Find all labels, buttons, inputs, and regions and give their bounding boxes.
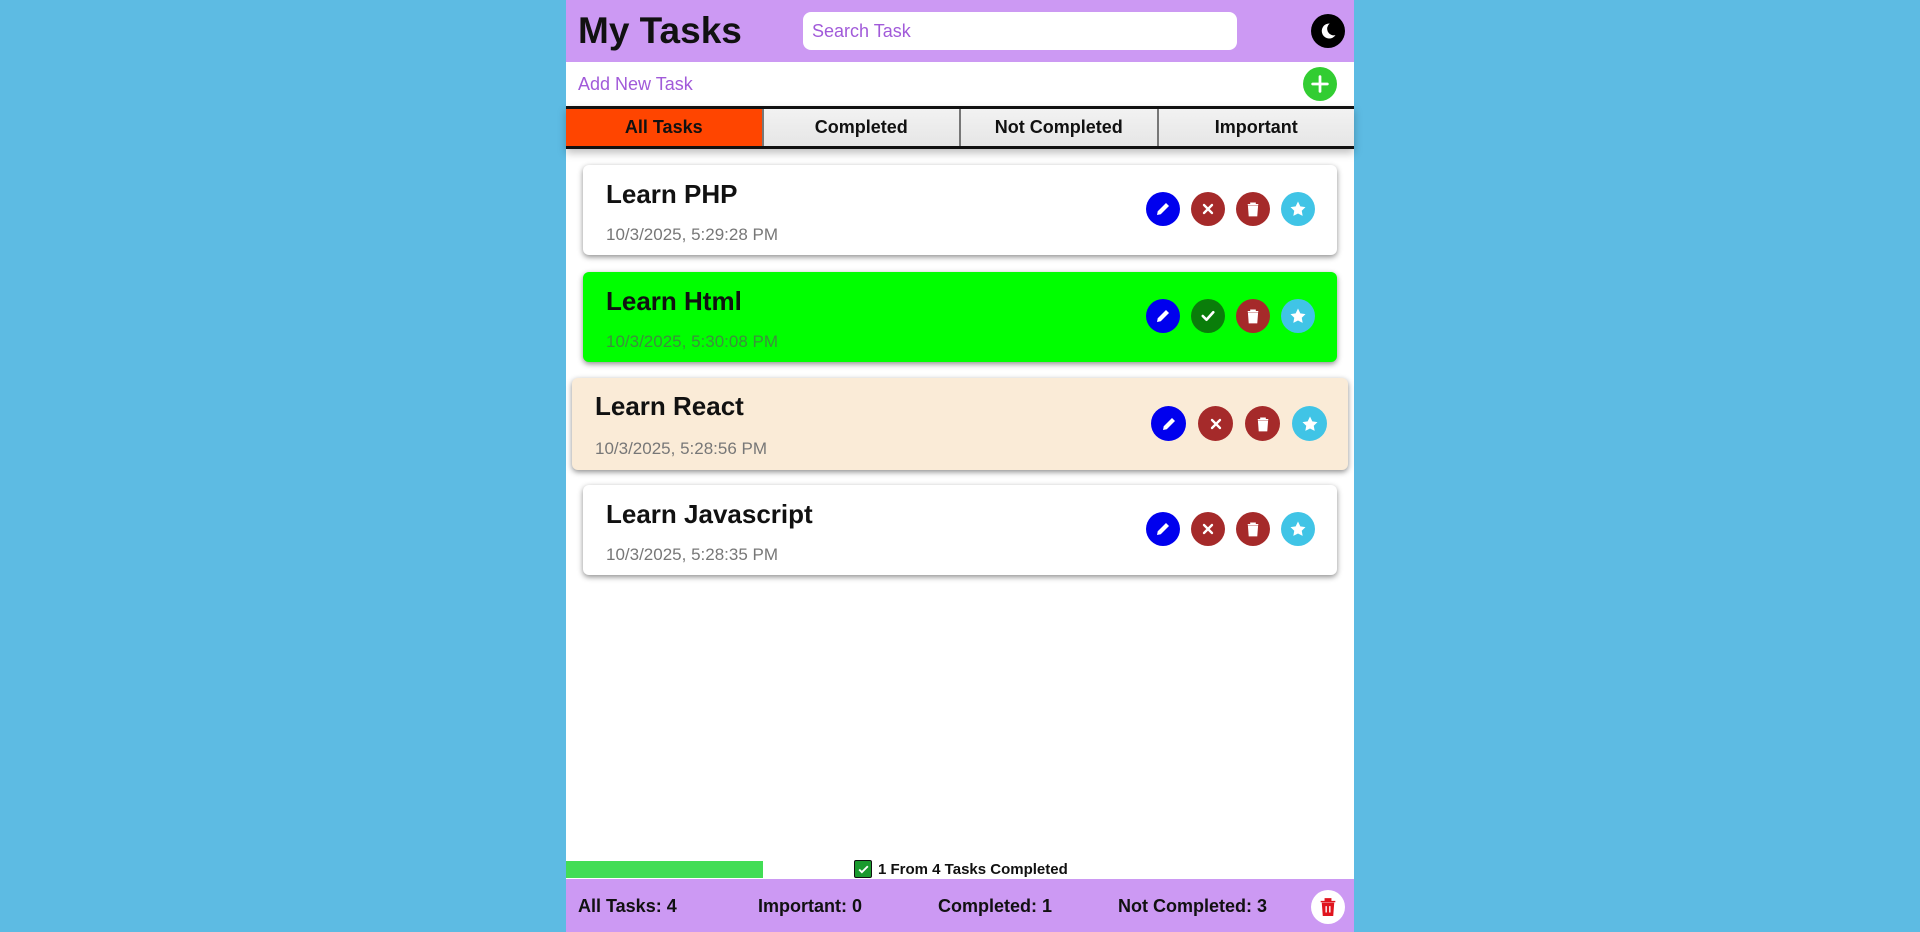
todo-app: My Tasks All Tasks Completed Not Complet…	[566, 0, 1354, 932]
header: My Tasks	[566, 0, 1354, 62]
clear-all-button[interactable]	[1311, 890, 1345, 924]
mark-complete-button[interactable]	[1198, 406, 1233, 441]
task-date: 10/3/2025, 5:30:08 PM	[606, 332, 779, 351]
trash-icon	[1247, 522, 1259, 537]
task-card[interactable]: Learn Html 10/3/2025, 5:30:08 PM	[583, 272, 1337, 362]
trash-icon	[1247, 202, 1259, 217]
task-title: Learn Javascript	[606, 499, 813, 529]
mark-incomplete-button[interactable]	[1191, 299, 1225, 333]
edit-button[interactable]	[1146, 192, 1180, 226]
footer-stats: All Tasks: 4 Important: 0 Completed: 1 N…	[566, 879, 1354, 932]
task-actions	[1146, 512, 1315, 546]
task-date: 10/3/2025, 5:29:28 PM	[606, 225, 779, 244]
pencil-icon	[1162, 417, 1175, 430]
important-button[interactable]	[1292, 406, 1327, 441]
x-icon	[1202, 203, 1214, 215]
stat-all-tasks: All Tasks: 4	[578, 896, 677, 916]
add-task-row	[566, 62, 1354, 106]
delete-button[interactable]	[1236, 299, 1270, 333]
edit-button[interactable]	[1146, 512, 1180, 546]
mark-complete-button[interactable]	[1191, 192, 1225, 226]
delete-button[interactable]	[1236, 512, 1270, 546]
task-actions	[1151, 406, 1327, 441]
progress-fill	[566, 861, 763, 878]
task-card[interactable]: Learn React 10/3/2025, 5:28:56 PM	[572, 378, 1348, 470]
task-actions	[1146, 192, 1315, 226]
plus-icon	[1311, 75, 1329, 93]
star-icon	[1290, 521, 1306, 536]
task-title: Learn PHP	[606, 179, 738, 209]
edit-button[interactable]	[1146, 299, 1180, 333]
star-icon	[1290, 308, 1306, 323]
stat-important: Important: 0	[758, 896, 863, 916]
tab-important[interactable]: Important	[1158, 109, 1354, 146]
edit-button[interactable]	[1151, 406, 1186, 441]
delete-button[interactable]	[1245, 406, 1280, 441]
progress-label: 1 From 4 Tasks Completed	[854, 860, 1068, 878]
task-actions	[1146, 299, 1315, 333]
theme-toggle-button[interactable]	[1311, 14, 1345, 48]
delete-button[interactable]	[1236, 192, 1270, 226]
important-button[interactable]	[1281, 192, 1315, 226]
filter-tabs: All Tasks Completed Not Completed Import…	[566, 106, 1354, 149]
trash-icon	[1320, 898, 1336, 916]
stat-not-completed: Not Completed: 3	[1118, 896, 1268, 916]
task-date: 10/3/2025, 5:28:35 PM	[606, 545, 779, 564]
tab-not-completed[interactable]: Not Completed	[961, 109, 1159, 146]
add-task-button[interactable]	[1303, 67, 1337, 101]
task-title: Learn React	[595, 391, 744, 421]
trash-icon	[1257, 416, 1268, 431]
stat-completed: Completed: 1	[938, 896, 1053, 916]
star-icon	[1290, 201, 1306, 216]
task-card[interactable]: Learn Javascript 10/3/2025, 5:28:35 PM	[583, 485, 1337, 575]
tab-all-tasks[interactable]: All Tasks	[566, 109, 764, 146]
mark-complete-button[interactable]	[1191, 512, 1225, 546]
task-card[interactable]: Learn PHP 10/3/2025, 5:29:28 PM	[583, 165, 1337, 255]
add-task-input[interactable]	[578, 69, 1278, 99]
progress-text: 1 From 4 Tasks Completed	[878, 860, 1068, 878]
page-title: My Tasks	[578, 10, 742, 51]
check-icon	[1201, 310, 1215, 322]
task-date: 10/3/2025, 5:28:56 PM	[595, 439, 768, 458]
moon-icon	[1321, 23, 1336, 39]
x-icon	[1202, 523, 1214, 535]
tab-completed[interactable]: Completed	[763, 109, 961, 146]
pencil-icon	[1157, 523, 1169, 535]
x-icon	[1210, 418, 1221, 429]
star-icon	[1302, 416, 1317, 431]
checkbox-icon	[854, 860, 872, 878]
task-title: Learn Html	[606, 286, 742, 316]
important-button[interactable]	[1281, 512, 1315, 546]
pencil-icon	[1157, 310, 1169, 322]
pencil-icon	[1157, 203, 1169, 215]
trash-icon	[1247, 309, 1259, 324]
search-input[interactable]	[803, 12, 1237, 50]
important-button[interactable]	[1281, 299, 1315, 333]
